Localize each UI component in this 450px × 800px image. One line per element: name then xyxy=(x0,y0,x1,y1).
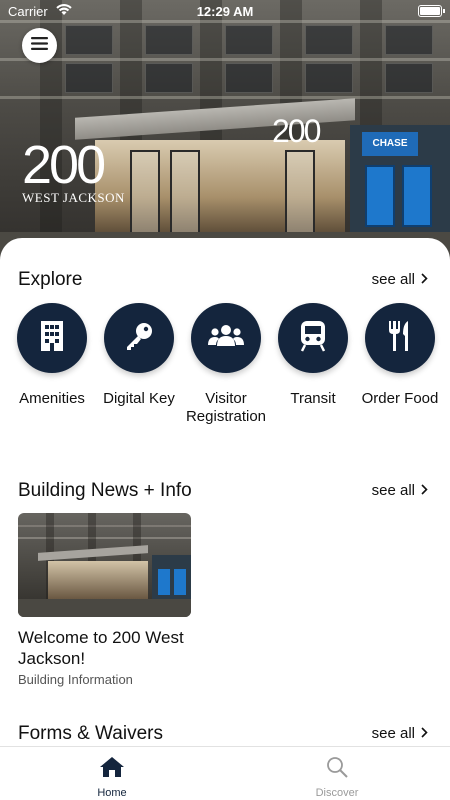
explore-title: Explore xyxy=(18,269,83,290)
tab-discover[interactable]: Discover xyxy=(292,755,382,799)
news-title: Building News + Info xyxy=(18,480,192,501)
tile-label-transit: Transit xyxy=(290,390,336,407)
battery-icon xyxy=(418,5,445,17)
explore-see-all-link[interactable]: see all xyxy=(372,271,428,288)
building-icon xyxy=(40,320,64,357)
tab-discover-label: Discover xyxy=(315,787,359,799)
logo-number: 200 xyxy=(22,135,106,195)
bank-sign: CHASE xyxy=(362,132,418,156)
tab-home-label: Home xyxy=(97,787,127,799)
tile-label-visitor-registration: Visitor Registration xyxy=(185,390,267,425)
forms-title: Forms & Waivers xyxy=(18,723,163,744)
tile-label-digital-key: Digital Key xyxy=(103,390,175,407)
utensils-icon xyxy=(387,320,413,357)
home-icon xyxy=(99,756,125,781)
users-icon xyxy=(208,323,244,354)
forms-see-all-link[interactable]: see all xyxy=(372,725,428,742)
news-see-all-link[interactable]: see all xyxy=(372,482,428,499)
tab-bar: Home Discover xyxy=(0,746,450,800)
see-all-label: see all xyxy=(371,482,415,499)
explore-tile-visitor-registration[interactable] xyxy=(191,303,261,373)
hero-building-image: CHASE 200 200 WEST JACKSON xyxy=(0,0,450,262)
news-card-category: Building Information xyxy=(18,672,133,687)
see-all-label: see all xyxy=(371,725,415,742)
explore-tile-digital-key[interactable] xyxy=(104,303,174,373)
chevron-right-icon xyxy=(421,482,428,499)
chevron-right-icon xyxy=(421,725,428,742)
status-bar: Carrier 12:29 AM xyxy=(0,0,450,24)
tab-home[interactable]: Home xyxy=(67,755,157,799)
building-sign-number: 200 xyxy=(272,113,321,149)
chevron-right-icon xyxy=(421,271,428,288)
clock: 12:29 AM xyxy=(196,4,254,19)
see-all-label: see all xyxy=(371,271,415,288)
menu-button[interactable] xyxy=(22,28,57,63)
search-icon xyxy=(326,756,348,781)
tile-label-amenities: Amenities xyxy=(19,390,85,407)
explore-tile-transit[interactable] xyxy=(278,303,348,373)
explore-tile-order-food[interactable] xyxy=(365,303,435,373)
news-card-image[interactable] xyxy=(18,513,191,617)
hamburger-icon xyxy=(31,36,48,55)
key-icon xyxy=(123,320,155,357)
news-card-title[interactable]: Welcome to 200 West Jackson! xyxy=(18,627,218,669)
explore-tile-amenities[interactable] xyxy=(17,303,87,373)
train-icon xyxy=(300,320,326,357)
tile-label-order-food: Order Food xyxy=(361,390,439,407)
logo-text: WEST JACKSON xyxy=(22,190,125,205)
building-logo: 200 WEST JACKSON xyxy=(22,138,142,206)
